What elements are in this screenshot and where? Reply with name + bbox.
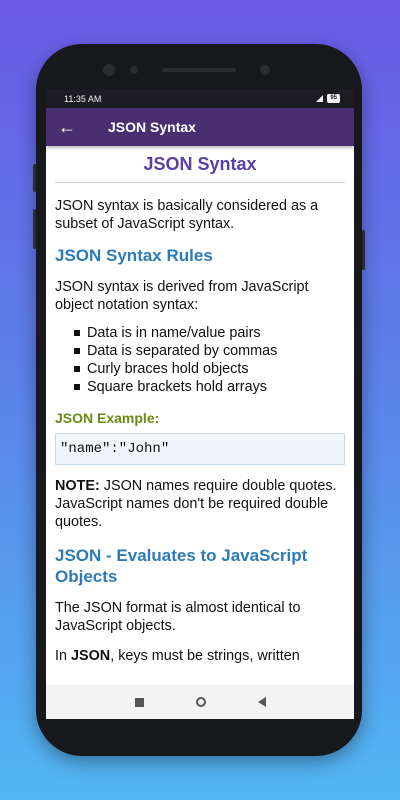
app-bar: ← JSON Syntax	[46, 108, 354, 146]
article-content: JSON Syntax JSON syntax is basically con…	[46, 146, 354, 665]
cut-prefix: In	[55, 648, 71, 664]
code-block: "name":"John"	[55, 433, 345, 465]
navigation-bar	[46, 685, 354, 719]
arrow-back-icon[interactable]: ←	[58, 118, 82, 136]
back-icon[interactable]	[257, 697, 266, 707]
rules-intro-text: JSON syntax is derived from JavaScript o…	[55, 279, 309, 313]
status-icons: 95	[316, 94, 340, 103]
rules-list: Data is in name/value pairs Data is sepa…	[55, 324, 345, 396]
cut-off-text: In JSON, keys must be strings, written	[55, 647, 345, 665]
status-bar: 11:35 AM 95	[46, 89, 354, 108]
rules-heading: JSON Syntax Rules	[55, 246, 213, 265]
list-item: Curly braces hold objects	[74, 360, 345, 378]
volume-up-button	[33, 164, 36, 192]
recent-apps-icon[interactable]	[134, 697, 144, 707]
note-text: NOTE: JSON names require double quotes. …	[55, 477, 345, 531]
example-heading: JSON Example:	[55, 410, 160, 426]
front-camera	[103, 64, 115, 76]
page-title: JSON Syntax	[55, 146, 345, 183]
power-button	[362, 230, 365, 270]
app-bar-title: JSON Syntax	[108, 119, 196, 135]
earpiece	[162, 68, 236, 72]
note-label: NOTE:	[55, 478, 100, 494]
intro-text: JSON syntax is basically considered as a…	[55, 198, 319, 232]
list-item: Data is in name/value pairs	[74, 324, 345, 342]
proximity-sensor	[260, 65, 270, 75]
screen: 11:35 AM 95 ← JSON Syntax JSON Syntax JS…	[46, 89, 354, 719]
signal-icon	[316, 95, 324, 102]
cut-rest: , keys must be strings, written	[110, 648, 300, 664]
battery-icon: 95	[327, 94, 340, 103]
home-icon[interactable]	[195, 697, 206, 707]
list-item: Square brackets hold arrays	[74, 378, 345, 396]
eval-heading: JSON - Evaluates to JavaScript Objects	[55, 546, 308, 586]
cut-bold: JSON	[71, 648, 111, 664]
sensor	[130, 66, 138, 74]
volume-down-button	[33, 209, 36, 249]
eval-text: The JSON format is almost identical to J…	[55, 600, 301, 634]
list-item: Data is separated by commas	[74, 342, 345, 360]
status-time: 11:35 AM	[64, 93, 102, 104]
